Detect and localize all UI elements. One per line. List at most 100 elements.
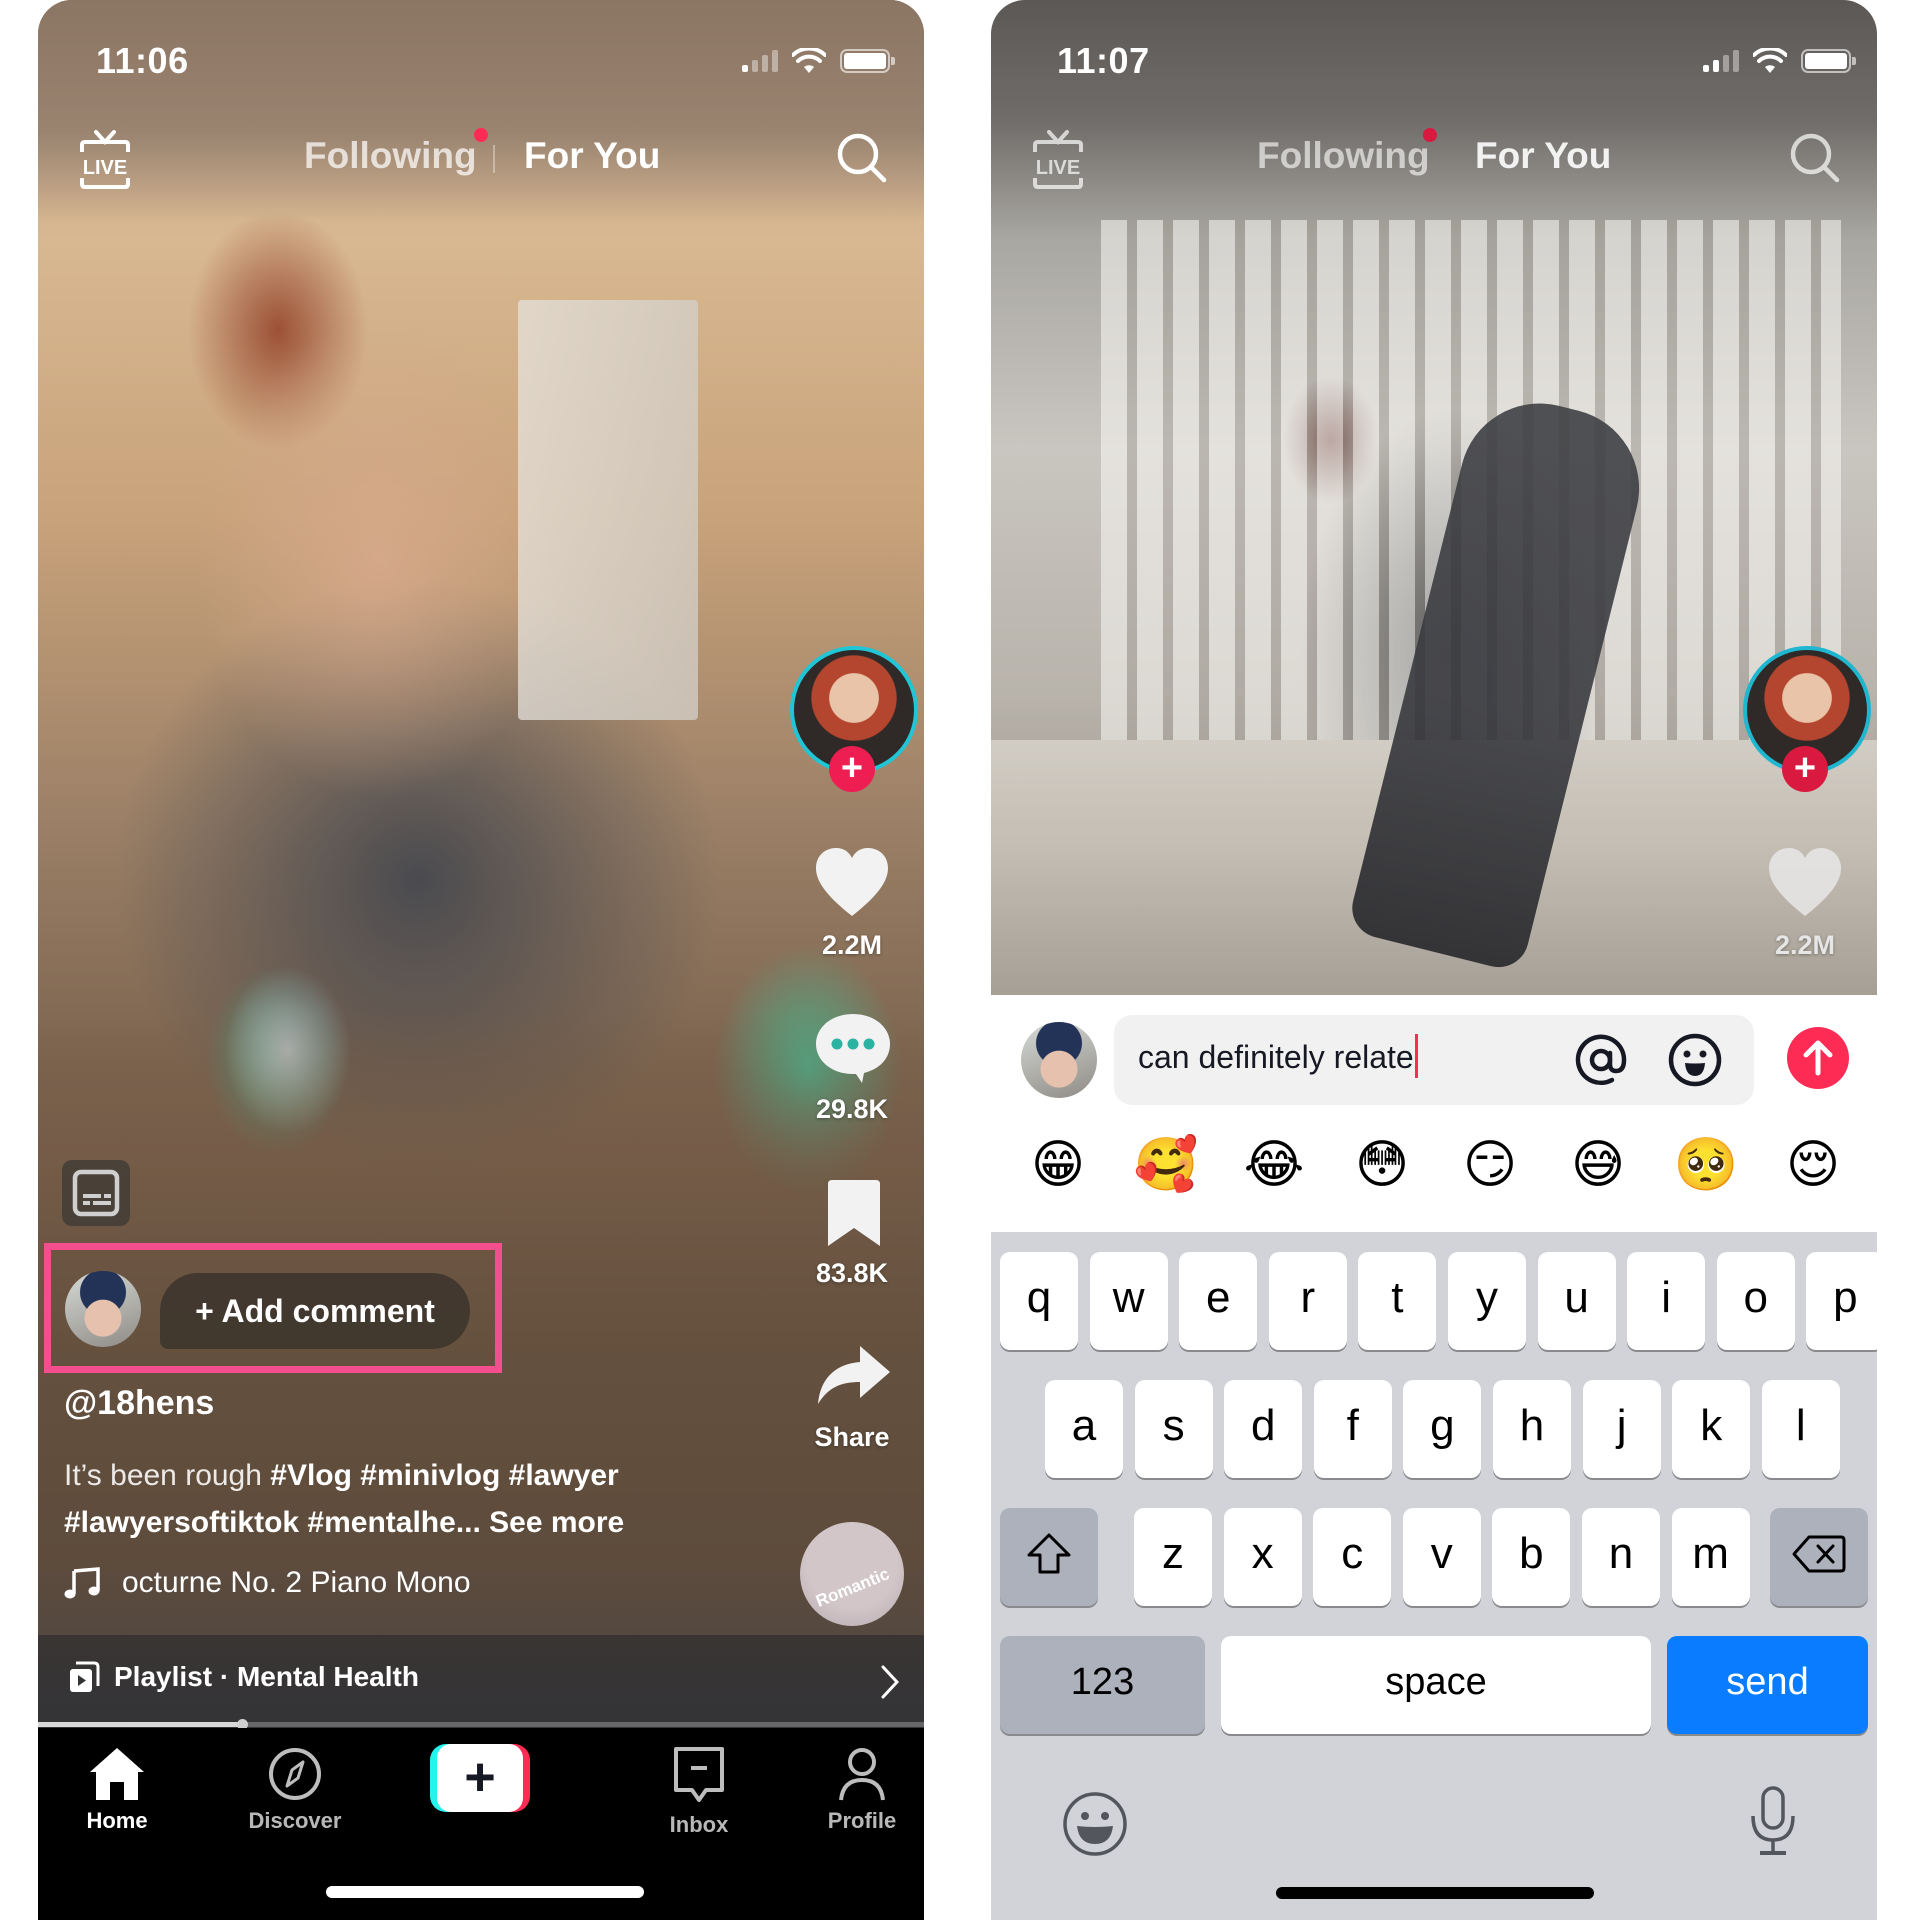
key-d[interactable]: d: [1224, 1380, 1303, 1478]
heart-icon[interactable]: [1767, 846, 1843, 918]
text-cursor: [1414, 1033, 1418, 1078]
key-z[interactable]: z: [1134, 1508, 1212, 1606]
status-time: 11:07: [1057, 40, 1150, 81]
key-g[interactable]: g: [1403, 1380, 1482, 1478]
key-p[interactable]: p: [1806, 1252, 1877, 1350]
comment-composer: can definitely relate 😁 🥰 😂 😳 😏 😅 🥺 😌: [991, 995, 1877, 1232]
comment-input-value[interactable]: can definitely relate: [1138, 1033, 1418, 1078]
compass-icon: [269, 1748, 321, 1800]
key-j[interactable]: j: [1582, 1380, 1661, 1478]
numbers-key[interactable]: 123: [1000, 1636, 1205, 1734]
follow-button[interactable]: +: [1782, 746, 1828, 792]
key-u[interactable]: u: [1537, 1252, 1616, 1350]
inbox-icon: [674, 1747, 724, 1802]
svg-text:LIVE: LIVE: [1036, 157, 1080, 179]
playlist-bar[interactable]: Playlist · Mental Health: [68, 1660, 419, 1694]
key-h[interactable]: h: [1493, 1380, 1571, 1478]
key-r[interactable]: r: [1268, 1252, 1347, 1350]
quick-emoji[interactable]: 😳: [1342, 1125, 1422, 1205]
see-more-link[interactable]: See more: [489, 1506, 624, 1539]
wifi-icon: [792, 48, 826, 73]
music-disc[interactable]: Romantic: [800, 1522, 904, 1626]
backspace-key[interactable]: [1770, 1508, 1868, 1606]
tab-for-you[interactable]: For You: [1475, 135, 1611, 177]
comment-count: 29.8K: [815, 1094, 889, 1124]
key-y[interactable]: y: [1448, 1252, 1526, 1350]
nav-profile-label: Profile: [827, 1808, 897, 1833]
key-o[interactable]: o: [1716, 1252, 1795, 1350]
key-q[interactable]: q: [1000, 1252, 1078, 1350]
key-i[interactable]: i: [1627, 1252, 1706, 1350]
key-w[interactable]: w: [1089, 1252, 1168, 1350]
caption-hashtags[interactable]: #lawyersoftiktok #mentalhe...: [64, 1506, 481, 1539]
playlist-icon: [70, 1661, 100, 1692]
live-tv-icon[interactable]: LIVE: [76, 128, 134, 190]
space-key[interactable]: space: [1221, 1636, 1651, 1734]
follow-button[interactable]: +: [829, 746, 875, 792]
tab-divider: [493, 145, 495, 173]
cellular-signal-icon: [1703, 50, 1739, 72]
quick-emoji[interactable]: 😅: [1558, 1125, 1638, 1205]
key-c[interactable]: c: [1313, 1508, 1392, 1606]
nav-home[interactable]: Home: [42, 1746, 192, 1834]
caption-hashtags[interactable]: #Vlog #minivlog #lawyer: [270, 1459, 618, 1492]
music-title: octurne No. 2 Piano Mono: [122, 1566, 471, 1599]
post-comment-button[interactable]: [1787, 1027, 1849, 1089]
nav-profile[interactable]: Profile: [802, 1746, 922, 1834]
tab-following[interactable]: Following: [304, 135, 477, 177]
at-mention-icon[interactable]: [1572, 1031, 1630, 1089]
music-info[interactable]: octurne No. 2 Piano Mono: [64, 1566, 471, 1600]
notification-dot: [474, 128, 488, 142]
video-player[interactable]: [991, 0, 1877, 995]
key-f[interactable]: f: [1313, 1380, 1392, 1478]
comment-icon[interactable]: [814, 1012, 892, 1084]
key-s[interactable]: s: [1134, 1380, 1213, 1478]
nav-discover[interactable]: Discover: [220, 1746, 370, 1834]
creator-username[interactable]: @18hens: [64, 1384, 214, 1423]
key-k[interactable]: k: [1672, 1380, 1751, 1478]
nav-inbox[interactable]: Inbox: [624, 1746, 774, 1838]
video-progress-bar[interactable]: [38, 1719, 924, 1730]
microphone-icon[interactable]: [1747, 1786, 1799, 1858]
like-count: 2.2M: [821, 930, 883, 960]
quick-emoji[interactable]: 🥰: [1126, 1125, 1206, 1205]
key-m[interactable]: m: [1671, 1508, 1750, 1606]
quick-emoji[interactable]: 😌: [1773, 1125, 1853, 1205]
emoji-keyboard-icon[interactable]: [1061, 1790, 1129, 1858]
key-t[interactable]: t: [1358, 1252, 1437, 1350]
quick-emoji[interactable]: 🥺: [1666, 1125, 1746, 1205]
add-comment-button[interactable]: + Add comment: [160, 1273, 470, 1349]
quick-emoji[interactable]: 😁: [1018, 1125, 1098, 1205]
key-b[interactable]: b: [1492, 1508, 1571, 1606]
key-n[interactable]: n: [1582, 1508, 1660, 1606]
emoji-picker-icon[interactable]: [1666, 1031, 1724, 1089]
send-key[interactable]: send: [1667, 1636, 1868, 1734]
key-v[interactable]: v: [1402, 1508, 1481, 1606]
bookmark-icon[interactable]: [824, 1178, 884, 1248]
like-count: 2.2M: [1774, 930, 1836, 960]
tab-for-you[interactable]: For You: [524, 135, 660, 177]
search-icon[interactable]: [834, 130, 890, 186]
quick-emoji[interactable]: 😏: [1450, 1125, 1530, 1205]
heart-icon[interactable]: [814, 846, 890, 918]
create-video-button[interactable]: +: [430, 1744, 530, 1812]
live-tv-icon[interactable]: LIVE: [1029, 128, 1087, 190]
left-phone-screen: 11:06 LIVE Following For You + 2.2M 29.8…: [38, 0, 924, 1920]
key-a[interactable]: a: [1045, 1380, 1123, 1478]
status-icons: [742, 48, 895, 74]
key-x[interactable]: x: [1223, 1508, 1302, 1606]
comment-input[interactable]: can definitely relate: [1114, 1015, 1754, 1105]
tab-following[interactable]: Following: [1257, 135, 1430, 177]
quick-emoji[interactable]: 😂: [1234, 1125, 1314, 1205]
comment-text: can definitely relate: [1138, 1039, 1414, 1075]
key-l[interactable]: l: [1761, 1380, 1840, 1478]
key-e[interactable]: e: [1179, 1252, 1258, 1350]
share-icon[interactable]: [816, 1344, 892, 1406]
chevron-right-icon[interactable]: [878, 1664, 902, 1700]
nav-inbox-label: Inbox: [669, 1812, 729, 1837]
shift-key[interactable]: [1000, 1508, 1098, 1606]
profile-icon: [839, 1748, 885, 1801]
search-icon[interactable]: [1787, 130, 1843, 186]
home-indicator: [1276, 1887, 1594, 1899]
captions-button[interactable]: [62, 1160, 130, 1226]
